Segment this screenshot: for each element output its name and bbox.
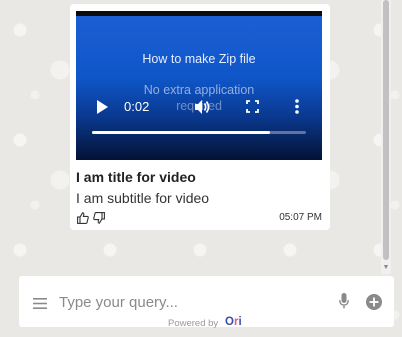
brand-logo-o: O xyxy=(225,316,234,328)
brand-logo-i: i xyxy=(238,316,242,328)
thumb-up-icon[interactable] xyxy=(77,211,89,224)
message-timestamp: 05:07 PM xyxy=(279,212,322,223)
video-player[interactable]: How to make Zip file No extra applicatio… xyxy=(76,11,322,160)
video-progress-bar[interactable] xyxy=(92,131,306,134)
add-circle-icon[interactable] xyxy=(366,294,382,310)
play-icon[interactable] xyxy=(96,100,108,114)
scroll-down-arrow-icon[interactable]: ▼ xyxy=(382,264,390,272)
card-title: I am title for video xyxy=(76,169,196,185)
more-vertical-icon[interactable] xyxy=(295,99,299,114)
brand-logo[interactable]: Ori xyxy=(225,316,242,328)
menu-icon[interactable] xyxy=(33,296,47,309)
thumb-down-icon[interactable] xyxy=(93,211,105,224)
scrollbar-thumb[interactable] xyxy=(383,0,389,260)
query-input[interactable] xyxy=(59,292,319,312)
video-current-time: 0:02 xyxy=(124,99,150,114)
video-progress-fill xyxy=(92,131,270,134)
powered-by-label: Powered by xyxy=(168,318,219,329)
fullscreen-icon[interactable] xyxy=(246,100,259,113)
video-frame-title: How to make Zip file xyxy=(142,52,256,66)
video-top-bar xyxy=(76,11,322,16)
video-frame-subtitle-line1: No extra application xyxy=(143,83,255,97)
volume-icon[interactable] xyxy=(194,99,210,115)
mic-icon[interactable] xyxy=(339,293,349,309)
card-subtitle: I am subtitle for video xyxy=(76,190,210,206)
